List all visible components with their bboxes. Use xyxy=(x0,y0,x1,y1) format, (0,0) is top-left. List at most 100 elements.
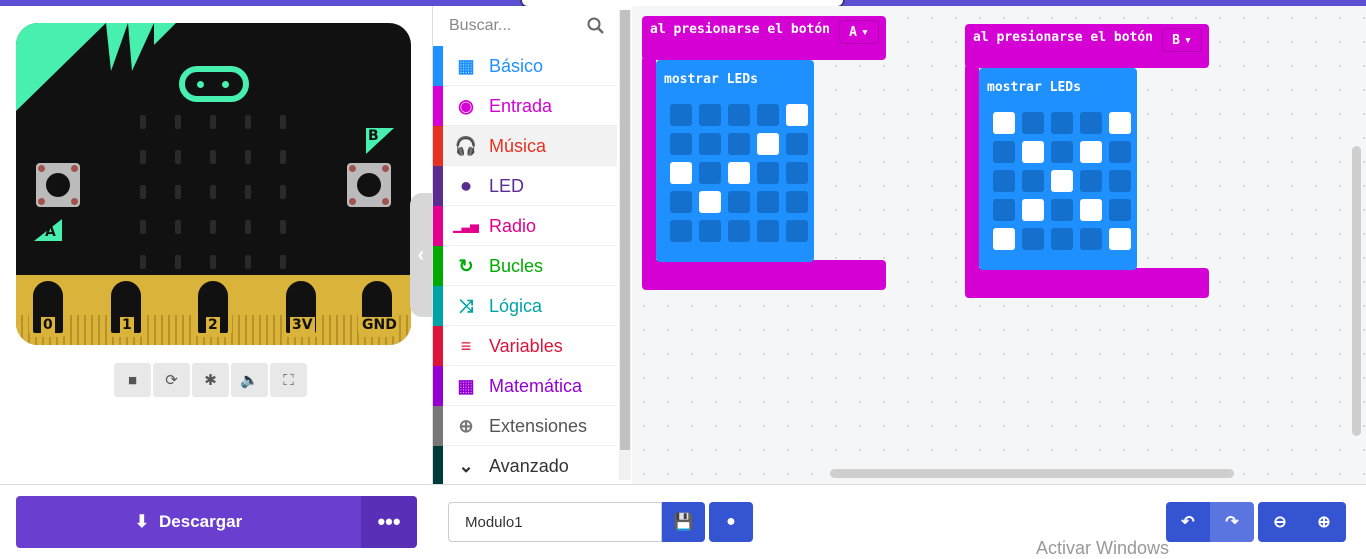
board-led xyxy=(210,185,216,199)
led-cell-off[interactable] xyxy=(699,162,721,184)
on-button-pressed-block[interactable]: al presionarse el botón A ▾ xyxy=(642,16,886,60)
led-cell-off[interactable] xyxy=(1051,199,1073,221)
board-led xyxy=(175,220,181,234)
led-cell-on[interactable] xyxy=(1109,228,1131,250)
led-cell-off[interactable] xyxy=(728,133,750,155)
led-cell-off[interactable] xyxy=(757,104,779,126)
led-cell-off[interactable] xyxy=(786,191,808,213)
button-dropdown[interactable]: B ▾ xyxy=(1162,28,1202,52)
led-cell-on[interactable] xyxy=(1022,199,1044,221)
zoom-out-button[interactable]: ⊖ xyxy=(1258,502,1302,542)
led-cell-off[interactable] xyxy=(786,133,808,155)
toolbox-category-lógica[interactable]: ⤨ Lógica xyxy=(433,286,617,326)
workspace-vertical-scrollbar[interactable] xyxy=(1352,146,1361,436)
led-cell-off[interactable] xyxy=(1080,228,1102,250)
toolbox-category-básico[interactable]: ▦ Básico xyxy=(433,46,617,86)
show-leds-block[interactable]: mostrar LEDs xyxy=(656,60,814,262)
led-cell-off[interactable] xyxy=(1109,199,1131,221)
download-button[interactable]: ⬇ Descargar xyxy=(16,496,361,548)
button-a-indicator xyxy=(24,182,30,188)
led-cell-off[interactable] xyxy=(1022,112,1044,134)
led-cell-off[interactable] xyxy=(670,220,692,242)
category-label: Entrada xyxy=(489,96,553,116)
on-button-pressed-block[interactable]: al presionarse el botón B ▾ xyxy=(965,24,1209,68)
toolbox-category-led[interactable]: ⏺ LED xyxy=(433,166,617,206)
led-cell-on[interactable] xyxy=(728,162,750,184)
led-cell-off[interactable] xyxy=(786,220,808,242)
toolbox-category-música[interactable]: 🎧 Música xyxy=(433,126,617,166)
category-color-bar xyxy=(433,446,443,486)
fullscreen-icon[interactable]: ⛶ xyxy=(270,363,307,397)
led-cell-off[interactable] xyxy=(757,162,779,184)
debug-icon[interactable]: ✱ xyxy=(192,363,229,397)
led-cell-on[interactable] xyxy=(1080,199,1102,221)
github-button[interactable]: ● xyxy=(709,502,753,542)
led-cell-off[interactable] xyxy=(1109,170,1131,192)
led-cell-off[interactable] xyxy=(699,133,721,155)
toolbox-category-bucles[interactable]: ↻ Bucles xyxy=(433,246,617,286)
led-cell-off[interactable] xyxy=(757,220,779,242)
led-cell-on[interactable] xyxy=(1051,170,1073,192)
toolbox-scrollbar[interactable] xyxy=(619,10,631,480)
board-led xyxy=(210,115,216,129)
led-cell-on[interactable] xyxy=(670,162,692,184)
mute-icon[interactable]: 🔈 xyxy=(231,363,268,397)
toolbox-category-radio[interactable]: ▁▃▅ Radio xyxy=(433,206,617,246)
button-a[interactable] xyxy=(36,163,80,207)
led-cell-off[interactable] xyxy=(786,162,808,184)
led-cell-off[interactable] xyxy=(699,104,721,126)
led-cell-off[interactable] xyxy=(993,170,1015,192)
led-cell-off[interactable] xyxy=(1051,141,1073,163)
toolbox-category-matemática[interactable]: ▦ Matemática xyxy=(433,366,617,406)
led-cell-off[interactable] xyxy=(1051,112,1073,134)
led-cell-off[interactable] xyxy=(1080,112,1102,134)
undo-button[interactable]: ↶ xyxy=(1166,502,1210,542)
led-cell-off[interactable] xyxy=(670,104,692,126)
show-leds-block[interactable]: mostrar LEDs xyxy=(979,68,1137,270)
led-cell-on[interactable] xyxy=(993,228,1015,250)
led-cell-on[interactable] xyxy=(993,112,1015,134)
zoom-in-button[interactable]: ⊕ xyxy=(1302,502,1346,542)
led-cell-off[interactable] xyxy=(1109,141,1131,163)
led-cell-off[interactable] xyxy=(1051,228,1073,250)
led-cell-on[interactable] xyxy=(786,104,808,126)
event-block-body xyxy=(965,64,979,274)
led-cell-off[interactable] xyxy=(728,220,750,242)
led-cell-on[interactable] xyxy=(1109,112,1131,134)
led-cell-off[interactable] xyxy=(1022,228,1044,250)
led-cell-off[interactable] xyxy=(993,199,1015,221)
restart-icon[interactable]: ⟳ xyxy=(153,363,190,397)
redo-button[interactable]: ↷ xyxy=(1210,502,1254,542)
project-name-input[interactable]: Modulo1 xyxy=(448,502,662,542)
led-cell-off[interactable] xyxy=(670,191,692,213)
led-cell-off[interactable] xyxy=(670,133,692,155)
led-cell-on[interactable] xyxy=(1022,141,1044,163)
led-cell-on[interactable] xyxy=(699,191,721,213)
led-cell-off[interactable] xyxy=(757,191,779,213)
board-led xyxy=(175,185,181,199)
led-cell-off[interactable] xyxy=(993,141,1015,163)
more-dots: ••• xyxy=(377,509,401,534)
led-cell-off[interactable] xyxy=(1022,170,1044,192)
toolbox-scroll-thumb[interactable] xyxy=(620,10,630,450)
toolbox-category-avanzado[interactable]: ⌄ Avanzado xyxy=(433,446,617,486)
led-cell-off[interactable] xyxy=(728,104,750,126)
stop-icon[interactable]: ■ xyxy=(114,363,151,397)
search-input[interactable]: Buscar... xyxy=(433,6,617,46)
toolbox-category-variables[interactable]: ≡ Variables xyxy=(433,326,617,366)
led-cell-off[interactable] xyxy=(699,220,721,242)
toolbox-category-extensiones[interactable]: ⊕ Extensiones xyxy=(433,406,617,446)
search-icon[interactable] xyxy=(587,17,605,35)
toolbox-category-entrada[interactable]: ◉ Entrada xyxy=(433,86,617,126)
workspace-horizontal-scrollbar[interactable] xyxy=(830,469,1234,478)
led-cell-on[interactable] xyxy=(757,133,779,155)
led-cell-off[interactable] xyxy=(728,191,750,213)
blocks-workspace[interactable]: al presionarse el botón A ▾ mostrar LEDs al … xyxy=(632,6,1366,484)
collapse-simulator-button[interactable]: ‹ xyxy=(410,193,432,317)
led-cell-on[interactable] xyxy=(1080,141,1102,163)
save-button[interactable]: 💾 xyxy=(662,502,705,542)
button-dropdown[interactable]: A ▾ xyxy=(839,20,879,44)
more-options-button[interactable]: ••• xyxy=(361,496,417,548)
led-cell-off[interactable] xyxy=(1080,170,1102,192)
button-b[interactable] xyxy=(347,163,391,207)
